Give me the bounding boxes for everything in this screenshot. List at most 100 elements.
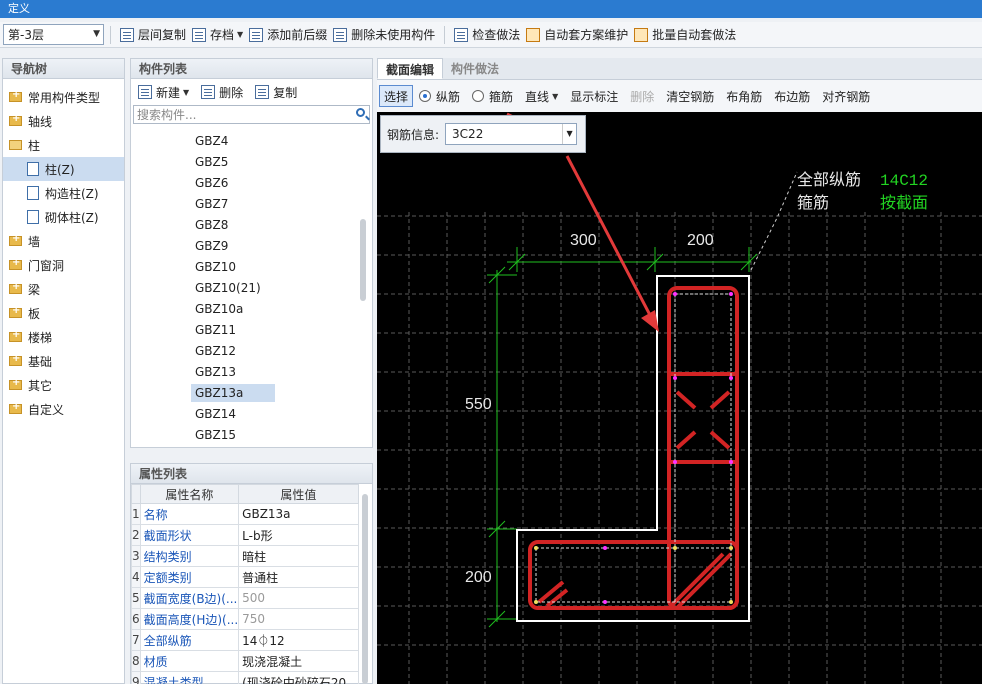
- property-list-panel: 属性列表 属性名称 属性值 1 名称 GBZ13a 2 截面形状 L-b形 3 结构类别暗…: [130, 463, 373, 684]
- folder-icon: [9, 305, 22, 318]
- legend-long-bar-label: 全部纵筋: [797, 171, 861, 189]
- longitudinal-bar-radio[interactable]: 纵筋: [413, 88, 466, 105]
- nav-item-foundation[interactable]: 基础: [3, 349, 124, 373]
- archive-button[interactable]: 存档 ▼: [189, 24, 246, 46]
- table-row[interactable]: 2 截面形状 L-b形: [131, 524, 359, 546]
- auto-scheme-button[interactable]: 自动套方案维护: [523, 24, 631, 46]
- editor-toolbar: 选择 纵筋 箍筋 直线 ▼ 显示标注 删除 清空钢筋 布角筋 布边筋 对齐钢筋: [377, 80, 982, 112]
- list-item[interactable]: GBZ8: [131, 215, 359, 236]
- nav-item-column[interactable]: 柱: [3, 133, 124, 157]
- table-row[interactable]: 9 混凝土类型 (现浇砼中砂碎石20...: [131, 671, 359, 684]
- delete-icon: [201, 85, 216, 99]
- corner-rebar-button[interactable]: 布角筋: [720, 88, 768, 105]
- nav-item-beam[interactable]: 梁: [3, 277, 124, 301]
- folder-icon: [9, 257, 22, 270]
- list-item[interactable]: GBZ5: [131, 152, 359, 173]
- delete-button[interactable]: 删除: [198, 81, 246, 103]
- batch-auto-button[interactable]: 批量自动套做法: [631, 24, 739, 46]
- nav-item-wall[interactable]: 墙: [3, 229, 124, 253]
- folder-icon: [9, 353, 22, 366]
- dim-left-lower: 200: [465, 569, 492, 586]
- nav-item-column-z[interactable]: 柱(Z): [3, 157, 124, 181]
- table-row[interactable]: 6 截面高度(H边)(... 750: [131, 608, 359, 630]
- component-search-input[interactable]: 搜索构件...: [133, 105, 370, 124]
- copy-icon: [255, 85, 270, 99]
- header-value: 属性值: [238, 484, 359, 504]
- table-row[interactable]: 7 全部纵筋 14⏀12: [131, 629, 359, 651]
- list-item[interactable]: GBZ10: [131, 257, 359, 278]
- nav-item-stairs[interactable]: 楼梯: [3, 325, 124, 349]
- property-list-title: 属性列表: [131, 464, 372, 484]
- list-item[interactable]: GBZ9: [131, 236, 359, 257]
- dim-top-left: 300: [570, 232, 597, 249]
- list-item[interactable]: GBZ10a: [131, 299, 359, 320]
- chevron-down-icon: ▼: [183, 87, 190, 97]
- delete-tool-button: 删除: [630, 89, 655, 104]
- section-canvas[interactable]: 300 200 550 200 全部纵筋 14C12 箍筋 按截面 钢筋信息: …: [377, 112, 982, 684]
- list-item[interactable]: GBZ14: [131, 404, 359, 425]
- folder-icon: [9, 89, 22, 102]
- rebar-info-input[interactable]: 3C22 ▼: [445, 123, 578, 145]
- editor-tabs: 截面编辑 构件做法: [377, 58, 982, 80]
- line-mode-dropdown[interactable]: 直线 ▼: [519, 88, 564, 105]
- table-row[interactable]: 8 材质 现浇混凝土: [131, 650, 359, 672]
- add-prefix-suffix-button[interactable]: 添加前后缀: [246, 24, 330, 46]
- search-icon[interactable]: [356, 108, 365, 117]
- delete-unused-button[interactable]: 删除未使用构件: [330, 24, 438, 46]
- check-icon: [454, 27, 469, 42]
- list-item-selected[interactable]: GBZ13a: [131, 383, 359, 404]
- floor-select[interactable]: 第-3层 ▼: [3, 24, 104, 45]
- list-item[interactable]: GBZ12: [131, 341, 359, 362]
- table-row[interactable]: 1 名称 GBZ13a: [131, 503, 359, 525]
- nav-item-slab[interactable]: 板: [3, 301, 124, 325]
- show-annotation-button[interactable]: 显示标注: [564, 88, 624, 105]
- list-item[interactable]: GBZ10(21): [131, 278, 359, 299]
- chevron-down-icon: ▼: [237, 30, 244, 39]
- construct-column-icon: [27, 186, 39, 200]
- property-list-scrollbar[interactable]: [362, 494, 368, 684]
- table-row[interactable]: 4 定额类别 普通柱: [131, 566, 359, 588]
- property-table: 属性名称 属性值 1 名称 GBZ13a 2 截面形状 L-b形 3 结构类别 暗柱 4 定额…: [131, 484, 359, 684]
- header-num: [131, 484, 141, 504]
- table-row[interactable]: 3 结构类别 暗柱: [131, 545, 359, 567]
- masonry-column-icon: [27, 210, 39, 224]
- legend-stirrup-label: 箍筋: [797, 194, 829, 212]
- table-row[interactable]: 5 截面宽度(B边)(... 500: [131, 587, 359, 609]
- chevron-down-icon[interactable]: ▼: [562, 124, 576, 144]
- toolbar-divider: [110, 25, 111, 44]
- nav-item-constructional-column[interactable]: 构造柱(Z): [3, 181, 124, 205]
- list-item[interactable]: GBZ4: [131, 131, 359, 152]
- nav-item-custom[interactable]: 自定义: [3, 397, 124, 421]
- floor-select-value: 第-3层: [8, 28, 44, 42]
- nav-item-door-window[interactable]: 门窗洞: [3, 253, 124, 277]
- list-item[interactable]: GBZ6: [131, 173, 359, 194]
- list-item[interactable]: GBZ11: [131, 320, 359, 341]
- main-toolbar: 第-3层 ▼ 层间复制 存档 ▼ 添加前后缀 删除未使用构件 检查做法 自动套方案…: [0, 22, 982, 48]
- stirrup-radio[interactable]: 箍筋: [466, 88, 519, 105]
- check-method-button[interactable]: 检查做法: [451, 24, 523, 46]
- nav-item-masonry-column[interactable]: 砌体柱(Z): [3, 205, 124, 229]
- list-item[interactable]: GBZ15: [131, 425, 359, 446]
- folder-icon: [9, 329, 22, 342]
- copy-floor-icon: [120, 27, 134, 42]
- tab-component-method[interactable]: 构件做法: [443, 58, 507, 79]
- column-icon: [27, 162, 39, 176]
- tab-section-edit[interactable]: 截面编辑: [377, 58, 444, 79]
- component-list-scrollbar[interactable]: [360, 219, 366, 301]
- nav-item-other[interactable]: 其它: [3, 373, 124, 397]
- clear-rebar-button[interactable]: 清空钢筋: [660, 88, 720, 105]
- list-item[interactable]: GBZ7: [131, 194, 359, 215]
- chevron-down-icon: ▼: [93, 29, 100, 39]
- list-item[interactable]: GBZ13: [131, 362, 359, 383]
- align-rebar-button[interactable]: 对齐钢筋: [816, 88, 876, 105]
- dim-left-upper: 550: [465, 396, 492, 413]
- rebar-info-panel: 钢筋信息: 3C22 ▼: [380, 115, 586, 153]
- delete-unused-icon: [333, 27, 348, 42]
- copy-button[interactable]: 复制: [252, 81, 300, 103]
- new-button[interactable]: 新建 ▼: [135, 81, 192, 103]
- edge-rebar-button[interactable]: 布边筋: [768, 88, 816, 105]
- nav-item-axis[interactable]: 轴线: [3, 109, 124, 133]
- copy-between-floors-button[interactable]: 层间复制: [117, 24, 189, 46]
- select-tool-button[interactable]: 选择: [379, 85, 414, 107]
- nav-item-common[interactable]: 常用构件类型: [3, 85, 124, 109]
